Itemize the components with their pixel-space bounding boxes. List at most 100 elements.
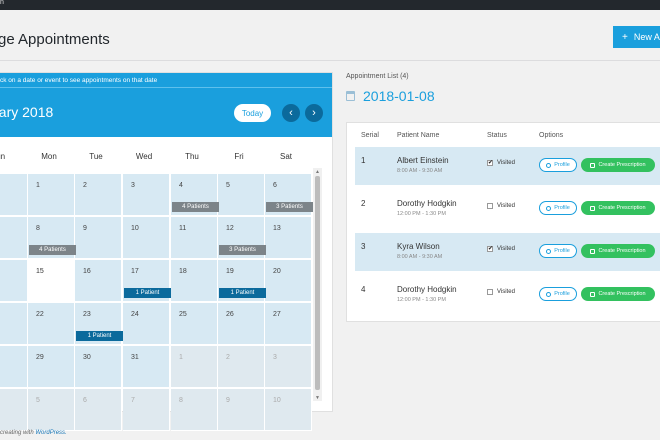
calendar-day[interactable]: 15 [28,260,75,302]
create-prescription-button[interactable]: Create Prescription [581,158,655,172]
calendar-day[interactable]: 25 [171,303,218,345]
scrollbar-thumb[interactable] [315,176,320,390]
day-number: 3 [273,354,277,361]
appointment-time: 12:00 PM - 1:30 PM [397,297,446,303]
top-bar-text: n [0,0,4,6]
appointment-time: 12:00 PM - 1:30 PM [397,211,446,217]
calendar-day[interactable]: 24 [123,303,170,345]
visited-checkbox[interactable] [487,203,493,209]
day-number: 18 [179,268,187,275]
calendar-day[interactable] [0,174,28,216]
calendar-day[interactable]: 3 [123,174,170,216]
previous-month-button[interactable]: ‹ [282,104,300,122]
day-number: 1 [179,354,183,361]
calendar-day[interactable]: 30 [75,346,122,388]
calendar-day[interactable]: 5 [218,174,265,216]
calendar-day[interactable]: 20 [265,260,312,302]
calendar-day[interactable]: 2 [218,346,265,388]
visited-checkbox[interactable] [487,289,493,295]
day-number: 27 [273,311,281,318]
calendar-day[interactable]: 3 [265,346,312,388]
create-prescription-button[interactable]: Create Prescription [581,244,655,258]
calendar-day[interactable]: 1 [171,346,218,388]
calendar-day[interactable]: 31 [123,346,170,388]
new-appointment-button[interactable]: + New Ap [613,26,660,48]
profile-button[interactable]: Profile [539,201,577,215]
day-number: 5 [36,397,40,404]
calendar-day[interactable]: 8 [171,389,218,431]
calendar-event[interactable]: 1 Patient [124,288,171,298]
calendar-day[interactable]: 10 [265,389,312,431]
day-number: 7 [131,397,135,404]
create-prescription-button[interactable]: Create Prescription [581,201,655,215]
calendar-day[interactable]: 13 [265,217,312,259]
calendar-day[interactable]: 27 [265,303,312,345]
profile-button[interactable]: Profile [539,158,577,172]
calendar-event[interactable]: 1 Patient [76,331,123,341]
day-number: 29 [36,354,44,361]
calendar-day[interactable]: 22 [28,303,75,345]
options-header: Options [539,132,564,139]
calendar-day[interactable] [0,346,28,388]
calendar-event[interactable]: 4 Patients [172,202,219,212]
scroll-up-icon[interactable]: ▲ [315,169,320,175]
calendar-event[interactable]: 3 Patients [266,202,313,212]
scroll-down-icon[interactable]: ▼ [315,395,320,401]
calendar-day[interactable] [0,260,28,302]
calendar-day[interactable]: 9 [75,217,122,259]
day-number: 16 [83,268,91,275]
calendar-day[interactable]: 29 [28,346,75,388]
create-prescription-button[interactable]: Create Prescription [581,287,655,301]
visited-checkbox[interactable]: ✔ [487,160,493,166]
calendar-grid: 1 2 3 4 5 6 8 9 10 11 12 13 15 16 17 18 19 20 22 23 24 25 26 27… [0,173,319,431]
calendar-day[interactable]: 2 [75,174,122,216]
day-number: 2 [83,182,87,189]
prescription-icon [590,291,596,297]
appointment-table: Serial Patient Name Status Options 1 Albe… [346,122,660,322]
calendar-day[interactable] [0,217,28,259]
weekday-tue: Tue [89,152,103,161]
calendar-day[interactable] [0,303,28,345]
calendar-day[interactable]: 26 [218,303,265,345]
appointment-serial: 2 [361,199,366,208]
user-icon [546,291,552,297]
footer-text: creating with [0,430,36,436]
profile-label: Profile [554,162,570,168]
calendar-day[interactable]: 1 [28,174,75,216]
user-icon [546,248,552,254]
admin-top-bar: n [0,0,660,10]
status-header: Status [487,132,507,139]
calendar-day[interactable]: 5 [28,389,75,431]
appointment-date: 2018-01-08 [363,88,435,104]
calendar-event[interactable]: 1 Patient [219,288,266,298]
calendar-day[interactable]: 10 [123,217,170,259]
calendar-event[interactable]: 4 Patients [29,245,76,255]
today-button[interactable]: Today [234,104,271,122]
profile-label: Profile [554,205,570,211]
calendar-day[interactable]: 11 [171,217,218,259]
wordpress-link[interactable]: WordPress. [35,430,66,436]
calendar-day[interactable]: 7 [123,389,170,431]
calendar-scrollbar[interactable]: ▲ ▼ [313,168,322,401]
user-icon [546,162,552,168]
month-title: uary 2018 [0,104,54,120]
calendar-day[interactable]: 9 [218,389,265,431]
calendar-day[interactable]: 6 [75,389,122,431]
patient-name: Dorothy Hodgkin [397,199,457,208]
weekday-sat: Sat [279,152,292,161]
appointment-row: 4 Dorothy Hodgkin 12:00 PM - 1:30 PM Visite… [355,276,660,314]
page-title: ge Appointments [0,31,110,48]
day-number: 9 [83,225,87,232]
status-label: Visited [497,160,515,166]
calendar-day[interactable]: 18 [171,260,218,302]
profile-button[interactable]: Profile [539,287,577,301]
calendar-day[interactable] [0,389,28,431]
profile-button[interactable]: Profile [539,244,577,258]
day-number: 30 [83,354,91,361]
next-month-button[interactable]: › [305,104,323,122]
weekday-mon: Mon [41,152,57,161]
calendar-day[interactable]: 16 [75,260,122,302]
visited-checkbox[interactable]: ✔ [487,246,493,252]
appointment-serial: 1 [361,156,366,165]
calendar-event[interactable]: 3 Patients [219,245,266,255]
